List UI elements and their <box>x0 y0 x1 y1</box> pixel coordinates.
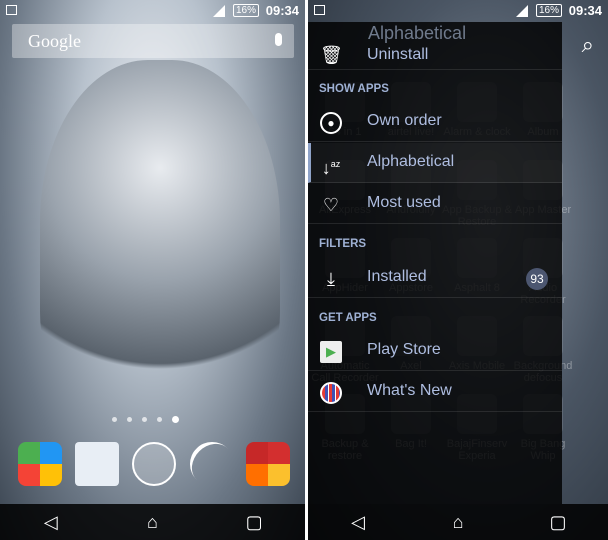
recents-button[interactable]: ▢ <box>538 512 578 533</box>
back-button[interactable]: ◁ <box>338 512 378 533</box>
menu-item-play-store[interactable]: ▶ Play Store <box>308 331 562 371</box>
person-icon: ● <box>320 112 342 134</box>
recents-button[interactable]: ▢ <box>234 512 274 533</box>
drawer-menu: 🗑 Uninstall SHOW APPS ● Own order ↓az Al… <box>308 22 562 504</box>
menu-item-installed[interactable]: ⤓ Installed 93 <box>308 258 562 298</box>
home-button[interactable]: ⌂ <box>438 512 478 533</box>
menu-item-alphabetical[interactable]: ↓az Alphabetical <box>308 143 562 183</box>
dock <box>0 432 305 496</box>
menu-item-label: Play Store <box>367 341 441 358</box>
navigation-bar: ◁ ⌂ ▢ <box>0 504 305 540</box>
menu-item-label: Alphabetical <box>367 153 455 170</box>
whats-new-icon <box>320 382 342 404</box>
wallpaper-snow-leopard <box>40 60 280 420</box>
menu-item-whats-new[interactable]: What's New <box>308 372 562 412</box>
menu-item-label: Most used <box>367 194 441 211</box>
search-icon[interactable]: ⌕ <box>582 32 594 58</box>
back-button[interactable]: ◁ <box>31 512 71 533</box>
signal-icon <box>516 5 528 17</box>
home-button[interactable]: ⌂ <box>132 512 172 533</box>
menu-item-own-order[interactable]: ● Own order <box>308 102 562 142</box>
browser-folder-icon[interactable] <box>246 442 290 486</box>
menu-item-label: Own order <box>367 112 442 129</box>
drawer-sort-title: Alphabetical <box>368 23 467 43</box>
messaging-icon[interactable] <box>75 442 119 486</box>
image-notification-icon <box>6 5 17 15</box>
sort-alphabetical-icon: ↓az <box>321 158 341 178</box>
status-bar: 16% 09:34 <box>308 0 608 22</box>
installed-count-badge: 93 <box>526 268 548 290</box>
menu-item-label: What's New <box>367 382 452 399</box>
section-show-apps: SHOW APPS <box>319 83 389 95</box>
app-drawer-screen: Alphabetical ⌕ 64 in 1airtel live!Alarm … <box>308 0 608 540</box>
heart-icon: ♡ <box>322 195 340 215</box>
image-notification-icon <box>314 5 325 15</box>
play-store-icon: ▶ <box>320 341 342 363</box>
menu-item-label: Uninstall <box>367 46 429 63</box>
trash-icon: 🗑 <box>320 45 343 65</box>
google-search-bar[interactable]: Google <box>12 24 294 58</box>
navigation-bar: ◁ ⌂ ▢ <box>308 504 608 540</box>
clock: 09:34 <box>265 3 299 18</box>
section-get-apps: GET APPS <box>319 312 377 324</box>
phone-icon[interactable] <box>180 432 244 496</box>
status-bar: 16% 09:34 <box>0 0 305 22</box>
signal-icon <box>213 5 225 17</box>
app-drawer-icon[interactable] <box>132 442 176 486</box>
section-filters: FILTERS <box>319 238 367 250</box>
battery-indicator: 16% <box>232 4 259 17</box>
app-folder-icon[interactable] <box>18 442 62 486</box>
battery-indicator: 16% <box>535 4 562 17</box>
menu-item-label: Installed <box>367 268 427 285</box>
menu-item-most-used[interactable]: ♡ Most used <box>308 184 562 224</box>
page-indicator <box>112 416 179 423</box>
clock: 09:34 <box>568 3 602 18</box>
home-screen: 16% 09:34 Google ◁ ⌂ ▢ <box>0 0 305 540</box>
google-logo: Google <box>28 31 81 51</box>
microphone-icon[interactable] <box>275 33 282 46</box>
download-icon: ⤓ <box>327 269 335 289</box>
